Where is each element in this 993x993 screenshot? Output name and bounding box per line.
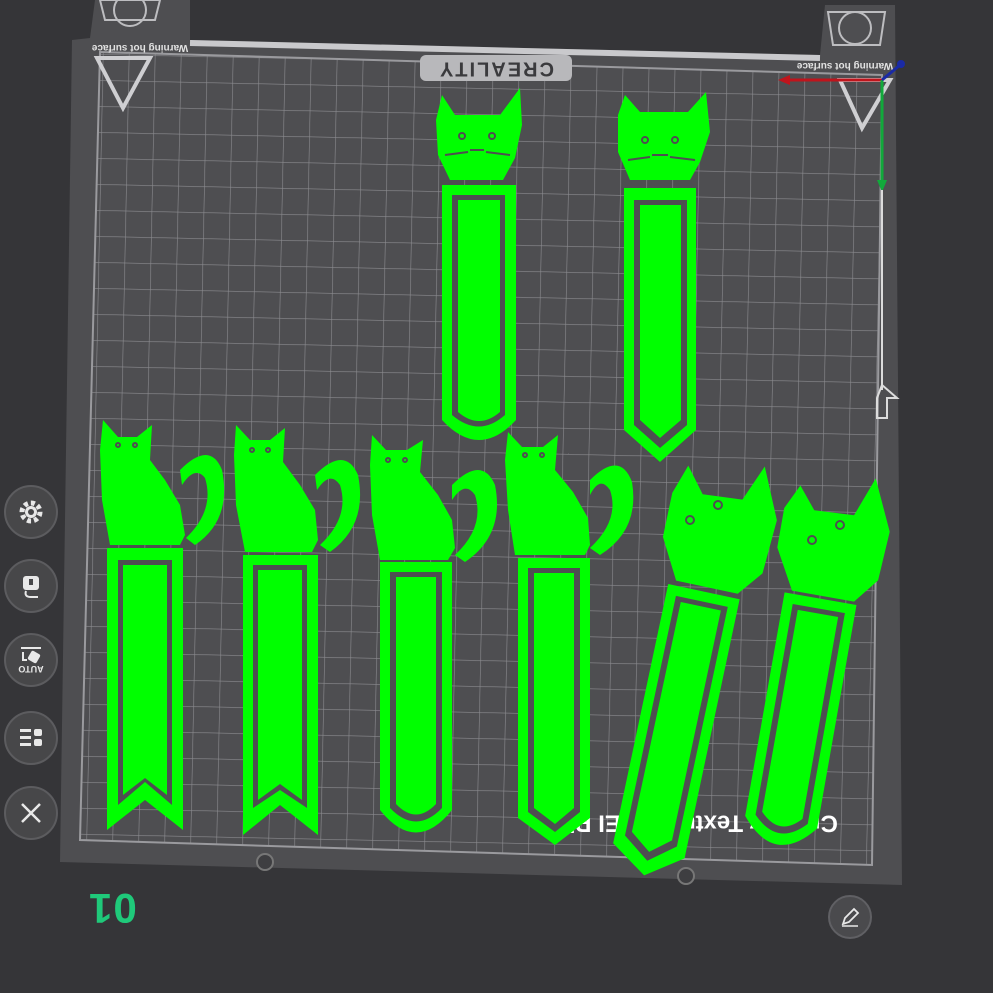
plate-number: 01 (88, 885, 137, 932)
settings-button[interactable] (4, 485, 58, 539)
warning-label-left: Warning hot surface (91, 42, 188, 53)
bookmark-cat-head-1[interactable] (436, 88, 522, 440)
auto-arrange-icon: AUTO (18, 647, 44, 674)
close-button[interactable] (4, 786, 58, 840)
close-icon (21, 803, 41, 823)
3d-viewport[interactable]: Warning hot surface Warning hot surface … (0, 0, 993, 993)
auto-arrange-button[interactable]: AUTO (4, 633, 58, 687)
auto-label: AUTO (18, 664, 43, 674)
filament-icon (23, 576, 39, 598)
filament-button[interactable] (4, 559, 58, 613)
edit-plate-button[interactable] (828, 895, 872, 939)
brand-label: CREALITY (438, 58, 554, 80)
object-list-button[interactable] (4, 711, 58, 765)
warning-label-right: Warning hot surface (796, 60, 893, 71)
edit-icon (841, 907, 860, 927)
gear-icon (19, 500, 43, 524)
list-icon (20, 729, 42, 746)
